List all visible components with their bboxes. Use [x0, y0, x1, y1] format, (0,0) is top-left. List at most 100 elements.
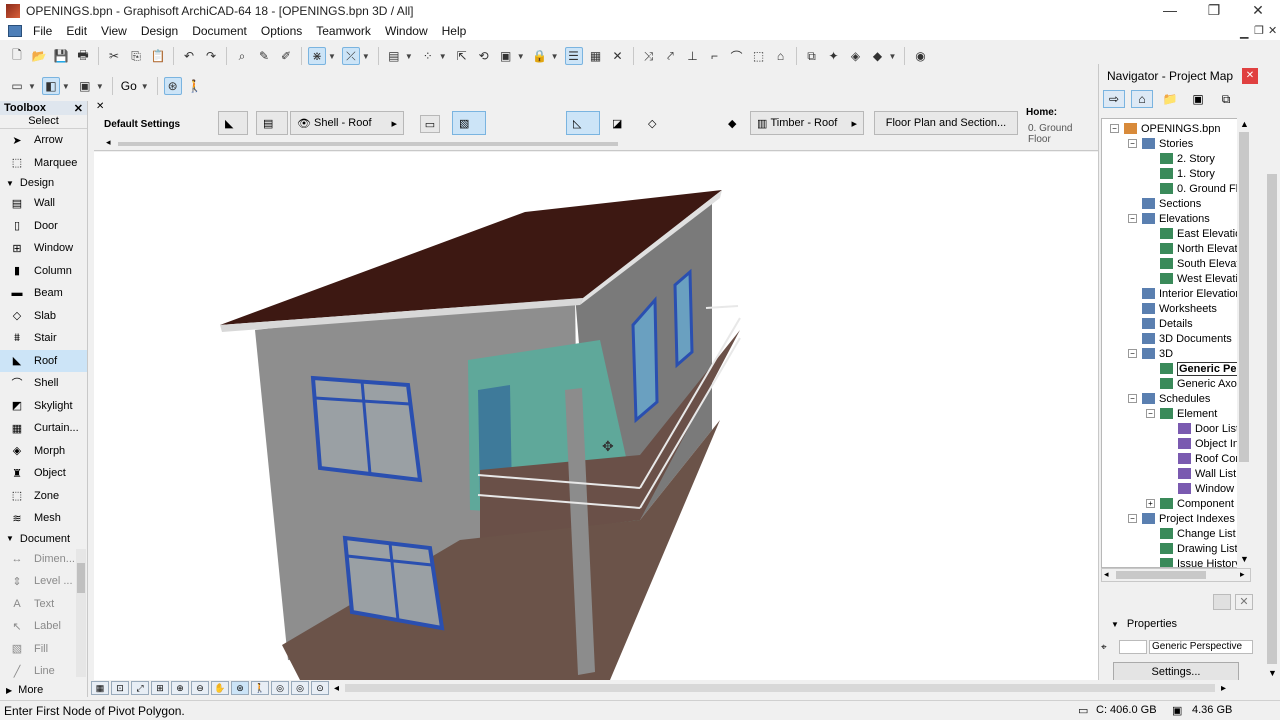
scroll-thumb[interactable] — [77, 563, 85, 593]
grid-icon[interactable]: ▦ — [587, 47, 605, 65]
tool-fill[interactable]: ▧ Fill — [0, 638, 87, 661]
tree-item[interactable]: Wall List — [1178, 466, 1236, 481]
next-zoom-icon[interactable]: ◎ — [291, 681, 309, 695]
mdi-minimize-icon[interactable]: ▁ — [1240, 26, 1248, 39]
layer-settings-button[interactable]: ▤ — [256, 111, 288, 135]
tool-window[interactable]: ⊞ Window — [0, 237, 87, 260]
snap-guides-icon[interactable]: ⤫ — [341, 47, 360, 65]
collapse-icon[interactable]: − — [1128, 349, 1137, 358]
dropdown-arrow-icon[interactable]: ▼ — [362, 52, 370, 61]
design-group-header[interactable]: ▼ Design — [0, 174, 87, 192]
collapse-icon[interactable]: − — [1128, 139, 1137, 148]
paste-icon[interactable]: 📋 — [149, 47, 167, 65]
scroll-left-icon[interactable]: ◂ — [1104, 569, 1109, 580]
intersect-icon[interactable]: ⊥ — [684, 47, 702, 65]
collapse-icon[interactable]: − — [1128, 214, 1137, 223]
tree-item[interactable]: − Schedules — [1128, 391, 1210, 406]
undo-icon[interactable]: ↶ — [180, 47, 198, 65]
settings-button[interactable]: Settings... — [1113, 662, 1239, 682]
tree-item[interactable]: − 3D — [1128, 346, 1173, 361]
zoom-settings-icon[interactable]: ⊙ — [311, 681, 329, 695]
tool-stair[interactable]: ⩩ Stair — [0, 327, 87, 350]
tool-arrow[interactable]: ➤ Arrow — [0, 129, 87, 152]
tree-item[interactable]: 0. Ground Flo — [1160, 181, 1244, 196]
tree-item[interactable]: 1. Story — [1160, 166, 1215, 181]
right-palette-scrollbar[interactable]: ▼ — [1264, 64, 1280, 684]
menu-view[interactable]: View — [94, 24, 134, 38]
scroll-thumb[interactable] — [1267, 174, 1277, 664]
tree-item[interactable]: South Elevatic — [1160, 256, 1247, 271]
scroll-up-icon[interactable]: ▲ — [1240, 119, 1249, 129]
tree-item[interactable]: + Component — [1146, 496, 1234, 511]
zoom-in-icon[interactable]: ⊕ — [171, 681, 189, 695]
dropdown-arrow-icon[interactable]: ▼ — [889, 52, 897, 61]
gravity-icon[interactable]: ⋇ — [308, 47, 326, 65]
collapse-icon[interactable]: − — [1128, 514, 1137, 523]
properties-header[interactable]: ▼ Properties — [1099, 614, 1265, 634]
tree-item[interactable]: 2. Story — [1160, 151, 1215, 166]
layer-select-button[interactable]: 👁 Shell - Roof ▸ — [290, 111, 404, 135]
tree-item[interactable]: Change List — [1160, 526, 1236, 541]
scroll-thumb[interactable] — [1116, 571, 1206, 579]
geometry-method-button[interactable]: ▧ — [452, 111, 486, 135]
minimize-button[interactable]: — — [1148, 0, 1192, 22]
render-icon[interactable]: ✦ — [825, 47, 843, 65]
single-plane-button[interactable]: ◺ — [566, 111, 600, 135]
scroll-right-icon[interactable]: ▸ — [1240, 569, 1245, 580]
clone-folder-icon[interactable] — [1213, 594, 1231, 610]
print-icon[interactable]: 🖶 — [74, 47, 92, 65]
menu-edit[interactable]: Edit — [59, 24, 94, 38]
close-icon[interactable]: ✕ — [1242, 68, 1258, 84]
cut-icon[interactable]: ✂ — [105, 47, 123, 65]
delete-icon[interactable]: ✕ — [1235, 594, 1253, 610]
roof-settings-button[interactable]: ◣ — [218, 111, 248, 135]
tree-item[interactable]: − Element — [1146, 406, 1217, 421]
tool-door[interactable]: ▯ Door — [0, 215, 87, 238]
curve-icon[interactable]: ⌒ — [728, 47, 746, 65]
tool-slab[interactable]: ◇ Slab — [0, 305, 87, 328]
collapse-icon[interactable]: − — [1146, 409, 1155, 418]
zoom-window-icon[interactable]: ⊡ — [111, 681, 129, 695]
orbit-icon[interactable]: ⊛ — [163, 77, 182, 95]
tool-skylight[interactable]: ◩ Skylight — [0, 395, 87, 418]
plane-icon[interactable]: ▭ — [420, 115, 440, 133]
tool-line[interactable]: ╱ Line — [0, 660, 87, 683]
dropdown-arrow-icon[interactable]: ▼ — [328, 52, 336, 61]
dropdown-arrow-icon[interactable]: ▼ — [28, 82, 36, 91]
scroll-thumb[interactable] — [1239, 132, 1249, 462]
dropdown-arrow-icon[interactable]: ▼ — [96, 82, 104, 91]
dropdown-arrow-icon[interactable]: ▼ — [141, 82, 149, 91]
menu-options[interactable]: Options — [254, 24, 309, 38]
explore-icon[interactable]: 🚶 — [251, 681, 269, 695]
tree-item[interactable]: Worksheets — [1142, 301, 1217, 316]
tree-item[interactable]: − Elevations — [1128, 211, 1210, 226]
tree-item[interactable]: − Project Indexes — [1128, 511, 1235, 526]
scroll-left-icon[interactable]: ◂ — [106, 137, 111, 148]
dropdown-arrow-icon[interactable]: ▼ — [439, 52, 447, 61]
dropdown-arrow-icon[interactable]: ▼ — [405, 52, 413, 61]
go-menu-button[interactable]: Go — [121, 79, 137, 93]
material-select-button[interactable]: ▥ Timber - Roof ▸ — [750, 111, 864, 135]
menu-window[interactable]: Window — [378, 24, 435, 38]
group-icon[interactable]: ▣ — [497, 47, 515, 65]
tool-roof[interactable]: ◣ Roof — [0, 349, 87, 372]
syringe-icon[interactable]: ✐ — [277, 47, 295, 65]
toolbox-scrollbar[interactable] — [76, 549, 86, 677]
mdi-close-icon[interactable]: ✕ — [1268, 24, 1277, 37]
tree-vertical-scrollbar[interactable]: ▲ ▼ — [1237, 118, 1251, 568]
tool-label[interactable]: ↖ Label — [0, 615, 87, 638]
view-name-field[interactable]: Generic Perspective — [1149, 640, 1253, 654]
close-icon[interactable]: ✕ — [74, 102, 83, 115]
cross-icon[interactable]: ✕ — [609, 47, 627, 65]
tree-item[interactable]: − Stories — [1128, 136, 1193, 151]
scroll-thumb[interactable] — [118, 142, 618, 146]
expand-icon[interactable]: + — [1146, 499, 1155, 508]
multi-plane-button[interactable]: ◪ — [606, 111, 640, 135]
tree-item[interactable]: Generic Per — [1160, 361, 1243, 376]
document-group-header[interactable]: ▼ Document — [0, 530, 87, 548]
tree-item[interactable]: East Elevation — [1160, 226, 1247, 241]
tree-item[interactable]: Issue History — [1160, 556, 1241, 567]
tree-item[interactable]: West Elevatic — [1160, 271, 1243, 286]
layout-book-icon[interactable]: ▣ — [1187, 90, 1209, 108]
rotate-icon[interactable]: ⟲ — [475, 47, 493, 65]
